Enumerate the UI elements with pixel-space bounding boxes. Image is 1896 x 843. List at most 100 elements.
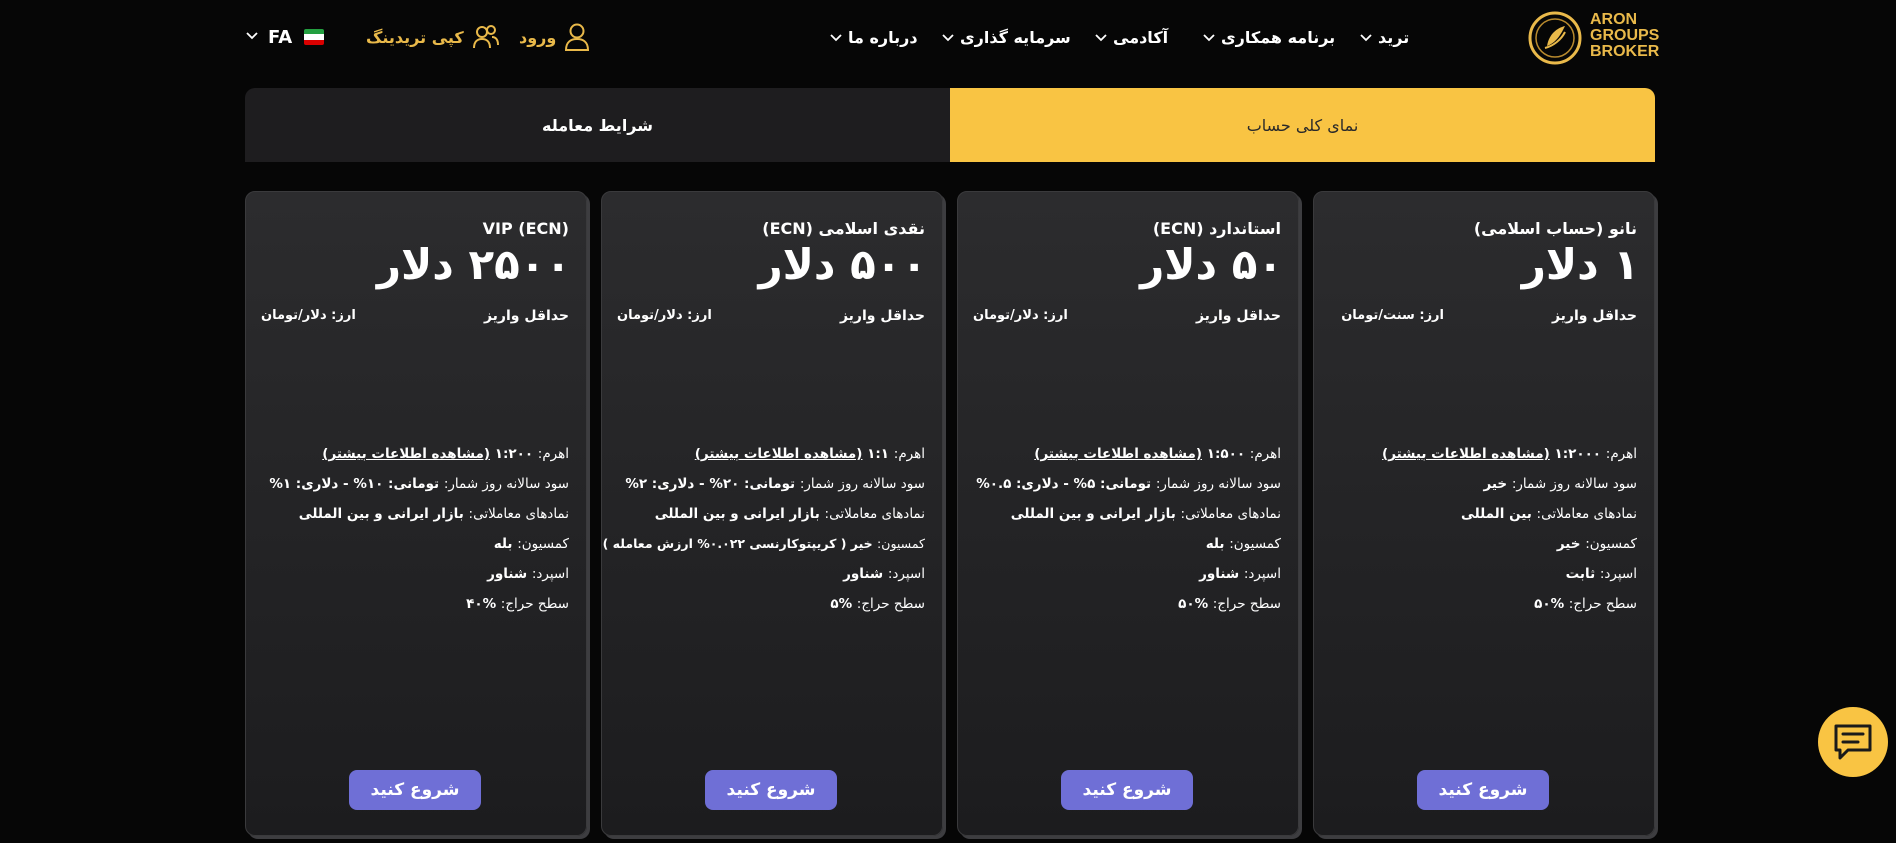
card-currency: ارز: دلار/تومان [617, 308, 712, 323]
feature-leverage: اهرم: ۱:۲۰۰۰ (مشاهده اطلاعات بیشتر) [1382, 446, 1637, 462]
nav-item-trade[interactable]: ترید [1360, 24, 1409, 50]
feature-key: سطح حراج: [1212, 596, 1281, 612]
card-price: ۲۵۰۰ دلار [376, 240, 572, 289]
more-info-link[interactable]: (مشاهده اطلاعات بیشتر) [322, 446, 490, 462]
start-button[interactable]: شروع کنید [1417, 770, 1549, 810]
feature-key: سطح حراج: [1568, 596, 1637, 612]
feature-key: سود سالانه روز شمار: [443, 476, 569, 492]
login-label: ورود [519, 27, 557, 47]
feature-value: تومانی: ۲۰% - دلاری: ۲% [625, 476, 796, 492]
feature-symbols: نمادهای معاملاتی: بازار ایرانی و بین الم… [655, 506, 925, 522]
aron-logo-emblem-icon [1528, 11, 1582, 65]
feature-spread: اسپرد: شناور [487, 566, 569, 582]
nav-label: آکادمی [1113, 27, 1169, 47]
feature-stopout: سطح حراج: %۵۰ [1178, 596, 1281, 612]
card-currency: ارز: دلار/تومان [261, 308, 356, 323]
chevron-down-icon [1360, 34, 1372, 44]
feature-value: شناور [487, 566, 528, 582]
feature-key: سود سالانه روز شمار: [799, 476, 925, 492]
feature-value: ۱:۲۰۰ [494, 446, 534, 462]
feature-value: بین المللی [1460, 506, 1532, 522]
feature-value: ۱:۱ [867, 446, 890, 462]
chevron-down-icon [246, 32, 258, 42]
feature-key: اسپرد: [1599, 566, 1637, 582]
feature-key: کمسیون: [517, 536, 569, 552]
tab-account-overview[interactable]: نمای کلی حساب [950, 88, 1655, 162]
tab-trading-conditions[interactable]: شرایط معامله [245, 88, 950, 162]
min-deposit-label: حداقل واریز [483, 308, 569, 324]
start-button[interactable]: شروع کنید [1061, 770, 1193, 810]
feature-value: %۴۰ [466, 596, 497, 612]
site-header: ARON GROUPS BROKER ترید برنامه همکاری آک… [0, 0, 1896, 74]
language-selector[interactable]: FA [246, 24, 325, 50]
feature-value: تومانی: ۱۰% - دلاری: ۱% [269, 476, 440, 492]
logo-line-2: GROUPS [1590, 27, 1660, 44]
feature-symbols: نمادهای معاملاتی: بازار ایرانی و بین الم… [1011, 506, 1281, 522]
card-currency: ارز: سنت/تومان [1341, 308, 1444, 323]
feature-symbols: نمادهای معاملاتی: بازار ایرانی و بین الم… [299, 506, 569, 522]
copy-trading-label: کپی تریدینگ [366, 27, 464, 47]
tab-label: شرایط معامله [542, 115, 653, 135]
feature-commission: کمسیون: خیر [1557, 536, 1637, 552]
feature-key: سود سالانه روز شمار: [1511, 476, 1637, 492]
min-deposit-label: حداقل واریز [839, 308, 925, 324]
feature-leverage: اهرم: ۱:۲۰۰ (مشاهده اطلاعات بیشتر) [322, 446, 569, 462]
nav-item-about[interactable]: درباره ما [830, 24, 918, 50]
nav-label: سرمایه گذاری [960, 27, 1071, 47]
feature-key: اهرم: [893, 446, 925, 462]
nav-label: درباره ما [848, 27, 918, 47]
feature-stopout: سطح حراج: %۴۰ [466, 596, 569, 612]
feature-key: اهرم: [1605, 446, 1637, 462]
iran-flag-icon [304, 29, 325, 45]
feature-value: ثابت [1565, 566, 1596, 582]
feature-annual-profit: سود سالانه روز شمار: تومانی: ۲۰% - دلاری… [625, 476, 925, 492]
feature-key: نمادهای معاملاتی: [824, 506, 925, 522]
feature-value: شناور [1199, 566, 1240, 582]
feature-commission: کمسیون: بله [1206, 536, 1281, 552]
chevron-down-icon [1203, 34, 1215, 44]
feature-commission: کمسیون: خیر ( کریپتوکارنسی ۰.۰۲۲% ارزش م… [603, 536, 925, 551]
feature-spread: اسپرد: شناور [1199, 566, 1281, 582]
card-price: ۵۰ دلار [1140, 240, 1284, 289]
feature-value: خیر [1556, 536, 1581, 552]
feature-key: سود سالانه روز شمار: [1155, 476, 1281, 492]
feature-key: نمادهای معاملاتی: [1180, 506, 1281, 522]
feature-stopout: سطح حراج: %۵۰ [1534, 596, 1637, 612]
more-info-link[interactable]: (مشاهده اطلاعات بیشتر) [695, 446, 863, 462]
nav-item-investment[interactable]: سرمایه گذاری [942, 24, 1071, 50]
feature-value: خیر ( کریپتوکارنسی ۰.۰۲۲% ارزش معامله ) [602, 536, 873, 551]
more-info-link[interactable]: (مشاهده اطلاعات بیشتر) [1382, 446, 1550, 462]
brand-logo-text: ARON GROUPS BROKER [1590, 12, 1660, 60]
feature-key: کمسیون: [1229, 536, 1281, 552]
language-code: FA [268, 26, 293, 48]
nav-item-affiliate[interactable]: برنامه همکاری [1203, 24, 1335, 50]
start-button[interactable]: شروع کنید [349, 770, 481, 810]
feature-value: خیر [1483, 476, 1508, 492]
feature-value: %۵۰ [1534, 596, 1565, 612]
card-title: استاندارد (ECN) [1152, 219, 1281, 238]
feature-key: نمادهای معاملاتی: [468, 506, 569, 522]
card-price: ۱ دلار [1521, 240, 1640, 289]
feature-value: بازار ایرانی و بین المللی [298, 506, 464, 522]
chevron-down-icon [830, 34, 842, 44]
copy-trading-link[interactable]: کپی تریدینگ [366, 22, 500, 52]
feature-stopout: سطح حراج: %۵ [830, 596, 925, 612]
feature-leverage: اهرم: ۱:۱ (مشاهده اطلاعات بیشتر) [695, 446, 925, 462]
account-card-islamic-cash: نقدی اسلامی (ECN) ۵۰۰ دلار حداقل واریز ا… [601, 191, 943, 836]
feature-key: اهرم: [537, 446, 569, 462]
start-button[interactable]: شروع کنید [705, 770, 837, 810]
card-price: ۵۰۰ دلار [758, 240, 928, 289]
users-icon [472, 25, 499, 49]
chat-button[interactable] [1818, 707, 1888, 777]
feature-value: بله [493, 536, 513, 552]
feature-key: سطح حراج: [500, 596, 569, 612]
min-deposit-label: حداقل واریز [1195, 308, 1281, 324]
more-info-link[interactable]: (مشاهده اطلاعات بیشتر) [1034, 446, 1202, 462]
login-link[interactable]: ورود [519, 22, 590, 52]
feature-key: اسپرد: [1243, 566, 1281, 582]
chat-bubble-icon [1834, 724, 1872, 760]
feature-key: اهرم: [1249, 446, 1281, 462]
user-icon [565, 23, 590, 51]
nav-item-academy[interactable]: آکادمی [1095, 24, 1168, 50]
card-currency: ارز: دلار/تومان [973, 308, 1068, 323]
